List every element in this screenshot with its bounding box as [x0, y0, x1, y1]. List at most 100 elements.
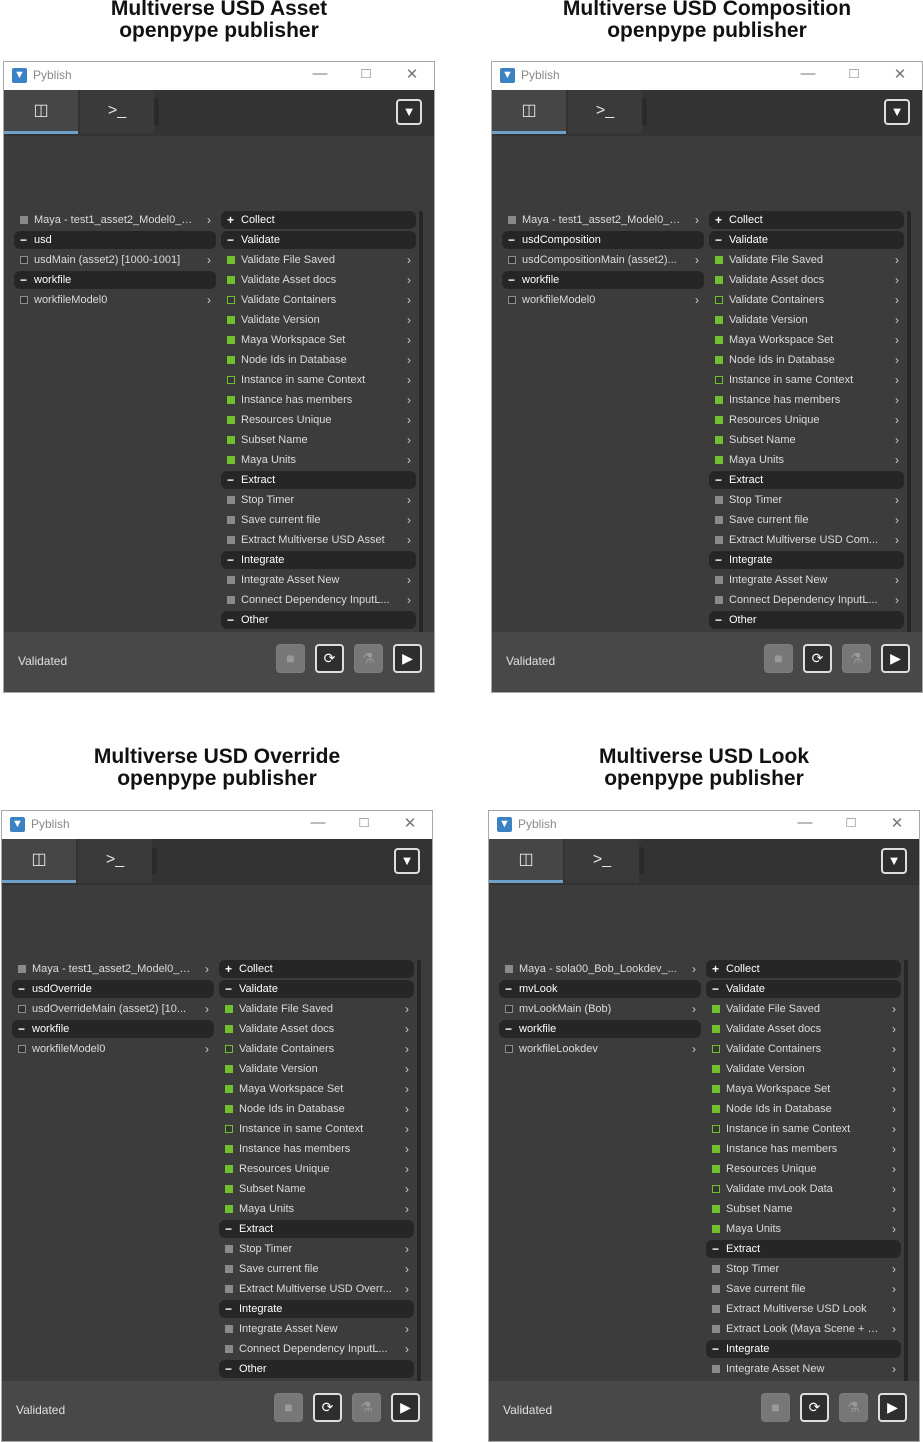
checkbox[interactable] — [227, 336, 235, 344]
checkbox[interactable] — [227, 356, 235, 364]
publish-button[interactable]: ▶ — [878, 1393, 907, 1422]
maximize-button[interactable]: □ — [844, 65, 864, 82]
checkbox[interactable] — [715, 496, 723, 504]
checkbox[interactable] — [712, 1285, 720, 1293]
chevron-right-icon[interactable]: › — [895, 291, 899, 309]
plugin-item[interactable]: Stop Timer › — [709, 491, 904, 509]
plugin-item[interactable]: Node Ids in Database › — [221, 351, 416, 369]
checkbox[interactable] — [712, 1365, 720, 1373]
toggle-icon[interactable]: − — [715, 231, 722, 249]
chevron-right-icon[interactable]: › — [895, 251, 899, 269]
checkbox[interactable] — [508, 256, 516, 264]
checkbox[interactable] — [715, 296, 723, 304]
chevron-right-icon[interactable]: › — [695, 251, 699, 269]
chevron-right-icon[interactable]: › — [407, 431, 411, 449]
checkbox[interactable] — [227, 436, 235, 444]
chevron-right-icon[interactable]: › — [207, 251, 211, 269]
maximize-button[interactable]: □ — [356, 65, 376, 82]
plugin-item[interactable]: Instance in same Context › — [219, 1120, 414, 1138]
checkbox[interactable] — [715, 396, 723, 404]
minimize-button[interactable]: — — [798, 65, 818, 82]
instance-item[interactable]: workfileModel0 › — [12, 1040, 214, 1058]
chevron-right-icon[interactable]: › — [405, 1020, 409, 1038]
checkbox[interactable] — [227, 496, 235, 504]
instance-item[interactable]: Maya - sola00_Bob_Lookdev_... › — [499, 960, 701, 978]
filter-button[interactable]: ▼ — [884, 99, 910, 125]
checkbox[interactable] — [505, 1045, 513, 1053]
checkbox[interactable] — [20, 216, 28, 224]
chevron-right-icon[interactable]: › — [407, 271, 411, 289]
plugin-item[interactable]: Resources Unique › — [706, 1160, 901, 1178]
plugin-item[interactable]: Validate Containers › — [706, 1040, 901, 1058]
plugin-item[interactable]: Maya Units › — [706, 1220, 901, 1238]
plugin-item[interactable]: Subset Name › — [221, 431, 416, 449]
toggle-icon[interactable]: − — [20, 231, 27, 249]
scrollbar[interactable] — [904, 960, 908, 1418]
plugin-item[interactable]: Subset Name › — [219, 1180, 414, 1198]
plugin-item[interactable]: Node Ids in Database › — [706, 1100, 901, 1118]
checkbox[interactable] — [225, 1285, 233, 1293]
toggle-icon[interactable]: + — [227, 211, 234, 229]
checkbox[interactable] — [712, 1205, 720, 1213]
plugin-item[interactable]: Integrate Asset New › — [221, 571, 416, 589]
close-button[interactable]: ✕ — [400, 814, 420, 832]
chevron-right-icon[interactable]: › — [692, 1000, 696, 1018]
publish-button[interactable]: ▶ — [391, 1393, 420, 1422]
reset-button[interactable]: ⟳ — [803, 644, 832, 673]
toggle-icon[interactable]: − — [20, 271, 27, 289]
checkbox[interactable] — [715, 316, 723, 324]
checkbox[interactable] — [712, 1105, 720, 1113]
checkbox[interactable] — [227, 276, 235, 284]
instance-group-header[interactable]: − workfile — [502, 271, 704, 289]
plugin-item[interactable]: Instance in same Context › — [709, 371, 904, 389]
toggle-icon[interactable]: + — [712, 960, 719, 978]
checkbox[interactable] — [225, 1145, 233, 1153]
chevron-right-icon[interactable]: › — [405, 1100, 409, 1118]
chevron-right-icon[interactable]: › — [892, 1300, 896, 1318]
tab-overview[interactable]: ◫ — [492, 90, 566, 134]
plugin-item[interactable]: Validate Version › — [709, 311, 904, 329]
checkbox[interactable] — [712, 1085, 720, 1093]
toggle-icon[interactable]: − — [18, 1020, 25, 1038]
chevron-right-icon[interactable]: › — [892, 1280, 896, 1298]
plugin-item[interactable]: Maya Units › — [709, 451, 904, 469]
chevron-right-icon[interactable]: › — [895, 311, 899, 329]
checkbox[interactable] — [712, 1145, 720, 1153]
checkbox[interactable] — [715, 576, 723, 584]
plugin-item[interactable]: Integrate Asset New › — [709, 571, 904, 589]
checkbox[interactable] — [712, 1325, 720, 1333]
plugin-item[interactable]: Stop Timer › — [221, 491, 416, 509]
plugin-item[interactable]: Validate Asset docs › — [221, 271, 416, 289]
plugin-item[interactable]: Integrate Asset New › — [706, 1360, 901, 1378]
chevron-right-icon[interactable]: › — [895, 411, 899, 429]
plugin-group-header[interactable]: − Extract — [709, 471, 904, 489]
checkbox[interactable] — [712, 1045, 720, 1053]
plugin-item[interactable]: Instance has members › — [706, 1140, 901, 1158]
checkbox[interactable] — [225, 1205, 233, 1213]
plugin-group-header[interactable]: − Extract — [221, 471, 416, 489]
checkbox[interactable] — [712, 1225, 720, 1233]
checkbox[interactable] — [715, 456, 723, 464]
chevron-right-icon[interactable]: › — [407, 291, 411, 309]
chevron-right-icon[interactable]: › — [405, 1280, 409, 1298]
checkbox[interactable] — [20, 296, 28, 304]
chevron-right-icon[interactable]: › — [405, 1180, 409, 1198]
plugin-item[interactable]: Subset Name › — [709, 431, 904, 449]
validate-button[interactable]: ⚗ — [839, 1393, 868, 1422]
chevron-right-icon[interactable]: › — [405, 1000, 409, 1018]
maximize-button[interactable]: □ — [354, 814, 374, 831]
plugin-item[interactable]: Validate Containers › — [221, 291, 416, 309]
toggle-icon[interactable]: − — [715, 471, 722, 489]
instance-item[interactable]: workfileLookdev › — [499, 1040, 701, 1058]
checkbox[interactable] — [225, 1245, 233, 1253]
chevron-right-icon[interactable]: › — [892, 1080, 896, 1098]
toggle-icon[interactable]: + — [715, 211, 722, 229]
plugin-item[interactable]: Validate Asset docs › — [219, 1020, 414, 1038]
plugin-item[interactable]: Instance in same Context › — [221, 371, 416, 389]
plugin-item[interactable]: Validate Asset docs › — [709, 271, 904, 289]
plugin-group-header[interactable]: −Other — [221, 611, 416, 629]
checkbox[interactable] — [712, 1265, 720, 1273]
chevron-right-icon[interactable]: › — [895, 431, 899, 449]
checkbox[interactable] — [227, 576, 235, 584]
plugin-group-header[interactable]: − Integrate — [219, 1300, 414, 1318]
